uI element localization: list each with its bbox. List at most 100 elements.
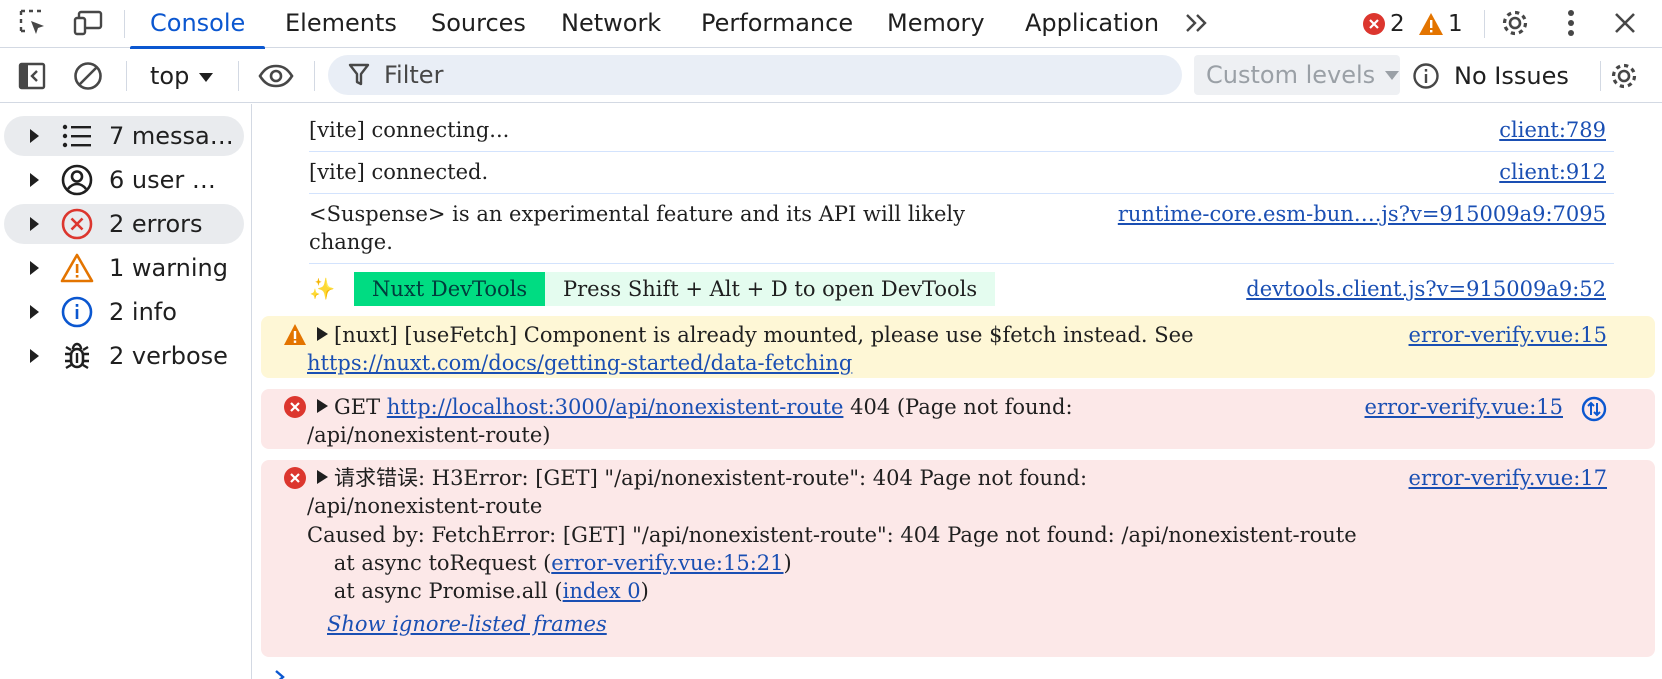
stack-frame-link[interactable]: index 0 [563,579,641,603]
warning-text: [nuxt] [useFetch] Component is already m… [334,323,1194,347]
divider [238,61,239,91]
error-icon [59,206,95,242]
more-options-kebab-icon[interactable] [1554,6,1588,40]
stack-frame: at async Promise.all (index 0) [307,577,649,605]
expand-arrow-icon[interactable] [30,217,39,231]
settings-gear-icon[interactable] [1498,6,1532,40]
stack-frame-text: at async Promise.all ( [307,579,563,603]
sidebar-item-label: 2 verbose [109,342,228,370]
divider [309,263,1614,264]
toggle-sidebar-icon[interactable] [14,58,50,94]
tab-sources[interactable]: Sources [431,0,526,48]
inspect-element-icon[interactable] [16,6,50,40]
tab-console[interactable]: Console [129,0,266,49]
list-icon [59,118,95,154]
network-request-icon[interactable] [1581,396,1607,422]
sidebar-item-label: 2 errors [109,210,203,238]
context-selector[interactable]: top [150,59,214,93]
console-settings-gear-icon[interactable] [1606,58,1642,94]
sidebar-item-label: 6 user messages [109,166,239,194]
console-message: [vite] connected. client:912 [253,158,1662,188]
message-text: /api/nonexistent-route [307,494,543,518]
divider [314,61,315,91]
sidebar-item-label: 7 messages [109,122,239,150]
filter-input[interactable] [384,61,1084,89]
error-suffix: 404 (Page not found: [843,395,1073,419]
more-tabs-chevron-icon[interactable] [1180,6,1214,40]
message-text: GET http://localhost:3000/api/nonexisten… [317,393,1073,421]
custom-levels-dropdown[interactable]: Custom levels [1194,55,1400,95]
docs-link[interactable]: https://nuxt.com/docs/getting-started/da… [307,349,852,377]
expand-arrow-icon[interactable] [317,470,328,484]
source-link[interactable]: error-verify.vue:17 [1409,464,1607,492]
message-text: /api/nonexistent-route) [307,423,551,447]
clear-console-icon[interactable] [70,58,106,94]
error-icon [284,396,306,418]
tab-performance[interactable]: Performance [701,0,853,48]
divider [124,10,125,38]
expand-arrow-icon[interactable] [30,129,39,143]
error-counter[interactable]: 2 [1362,8,1405,40]
user-icon [59,162,95,198]
tab-memory[interactable]: Memory [887,0,985,48]
source-link[interactable]: error-verify.vue:15 [1409,321,1607,349]
expand-arrow-icon[interactable] [30,173,39,187]
sparkle-icon: ✨ [309,277,336,301]
bug-icon [59,338,95,374]
error-message: 请求错误: H3Error: [GET] "/api/nonexistent-r… [261,460,1655,657]
stack-frame-text: at async toRequest ( [307,551,552,575]
sidebar-item-warnings[interactable]: 1 warning [4,248,244,288]
message-text: <Suspense> is an experimental feature an… [309,202,965,226]
sidebar-item-errors[interactable]: 2 errors [4,204,244,244]
divider [309,193,1614,194]
source-link[interactable]: runtime-core.esm-bun….js?v=915009a9:7095 [1118,200,1606,228]
tab-elements[interactable]: Elements [285,0,397,48]
sidebar-item-info[interactable]: 2 info [4,292,244,332]
console-toolbar: top Custom levels No Issues [0,49,1662,103]
tab-application[interactable]: Application [1025,0,1159,48]
warning-counter[interactable]: 1 [1418,8,1463,40]
request-url-link[interactable]: http://localhost:3000/api/nonexistent-ro… [387,395,844,419]
context-label: top [150,62,190,90]
expand-arrow-icon[interactable] [317,327,328,341]
warning-message: [nuxt] [useFetch] Component is already m… [261,316,1655,378]
expand-arrow-icon[interactable] [30,261,39,275]
sidebar-item-verbose[interactable]: 2 verbose [4,336,244,376]
warning-icon [284,324,306,345]
source-link[interactable]: client:912 [1499,158,1606,186]
sidebar-item-user-messages[interactable]: 6 user messages [4,160,244,200]
warning-icon [59,250,95,286]
show-ignore-listed-frames-link[interactable]: Show ignore-listed frames [327,610,607,638]
message-text: [vite] connecting... [309,118,510,142]
console-prompt-chevron-icon[interactable] [273,670,287,679]
devtools-hint-badge: Press Shift + Alt + D to open DevTools [545,272,996,306]
message-text: change. [309,230,393,254]
expand-arrow-icon[interactable] [30,349,39,363]
close-icon[interactable] [1608,6,1642,40]
sidebar-item-messages[interactable]: 7 messages [4,116,244,156]
console-message: [vite] connecting... client:789 [253,116,1662,146]
expand-arrow-icon[interactable] [317,399,328,413]
source-link[interactable]: devtools.client.js?v=915009a9:52 [1246,275,1606,303]
source-link[interactable]: client:789 [1499,116,1606,144]
devtools-tab-bar: Console Elements Sources Network Perform… [0,0,1662,49]
live-expression-eye-icon[interactable] [258,58,294,94]
nuxt-devtools-badge: Nuxt DevTools [354,272,546,306]
warning-count: 1 [1448,11,1463,37]
expand-arrow-icon[interactable] [30,305,39,319]
stack-frame: at async toRequest (error-verify.vue:15:… [307,549,792,577]
message-text: Caused by: FetchError: [GET] "/api/nonex… [307,523,1357,547]
source-link[interactable]: error-verify.vue:15 [1365,393,1563,421]
warning-icon [1419,13,1443,35]
issues-label: No Issues [1454,62,1569,90]
issues-button[interactable]: No Issues [1412,58,1569,94]
divider [1484,10,1485,38]
console-message: <Suspense> is an experimental feature an… [253,200,1662,256]
stack-frame-text: ) [640,579,649,603]
info-icon [59,294,95,330]
stack-frame-link[interactable]: error-verify.vue:15:21 [551,551,783,575]
tab-network[interactable]: Network [561,0,661,48]
filter-funnel-icon [348,63,370,86]
console-message: ✨ Nuxt DevTools Press Shift + Alt + D to… [253,267,1662,311]
device-toolbar-icon[interactable] [72,6,106,40]
